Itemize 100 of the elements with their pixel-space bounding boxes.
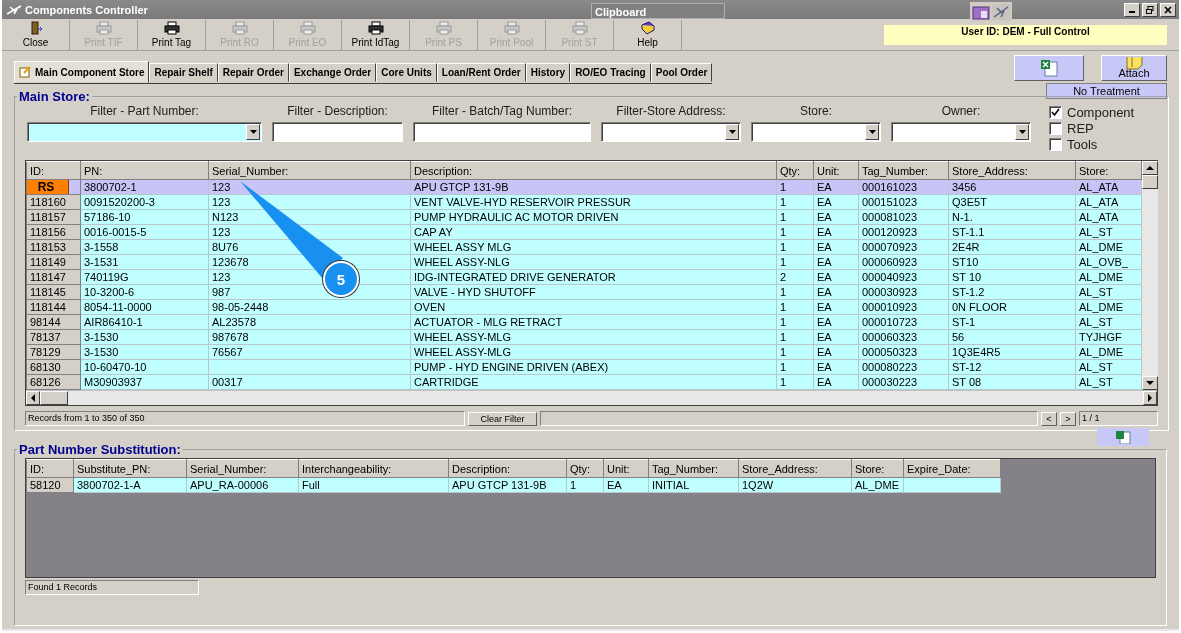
table-row[interactable]: 78137 3-1530 987678 WHEEL ASSY-MLG 1 EA 000060323 56 TYJHGF	[26, 329, 1142, 345]
folder-icon[interactable]	[972, 4, 990, 20]
table-cell: AL_ST	[1079, 376, 1113, 388]
column-header[interactable]: Description:	[410, 161, 777, 180]
column-header[interactable]: Qty:	[566, 459, 604, 478]
filter-label: Filter - Batch/Tag Number:	[431, 103, 572, 120]
table-row[interactable]: 118144 8054-11-0000 98-05-2448 OVEN 1 EA 000010923 0N FLOOR AL_DME	[26, 299, 1142, 315]
table-cell: 000010923	[862, 301, 918, 313]
column-header[interactable]: Description:	[448, 459, 567, 478]
column-header[interactable]: Store_Address:	[948, 161, 1076, 180]
table-row[interactable]: 98144 AIR86410-1 AL23578 ACTUATOR - MLG RETRACT 1 EA 000010723 ST-1 AL_ST	[26, 314, 1142, 330]
column-header[interactable]: Serial_Number:	[208, 161, 411, 180]
filter-combo[interactable]	[891, 122, 1031, 142]
toolbar-button[interactable]: Help	[614, 19, 682, 50]
close-button[interactable]	[1160, 2, 1176, 17]
table-cell: 3-1531	[84, 256, 119, 268]
filter-field[interactable]	[413, 122, 591, 142]
filter-field[interactable]	[272, 122, 403, 142]
tab[interactable]: Repair Order	[217, 63, 289, 82]
horizontal-scrollbar[interactable]	[26, 390, 1157, 405]
table-cell: EA	[817, 361, 832, 373]
column-header[interactable]: Substitute_PN:	[73, 459, 187, 478]
table-cell: 8054-11-0000	[84, 301, 152, 313]
caret-icon	[1018, 130, 1026, 134]
toolbar-button[interactable]: Print Tag	[138, 19, 206, 50]
table-cell: AIR86410-1	[84, 316, 143, 328]
tab[interactable]: Core Units	[376, 63, 437, 82]
toolbar-button[interactable]: Close	[2, 19, 70, 50]
table-cell: WHEEL ASSY-MLG	[414, 331, 511, 343]
airplane-icon[interactable]	[992, 4, 1010, 20]
column-header[interactable]: ID:	[26, 459, 74, 478]
note-icon	[1124, 57, 1144, 71]
table-cell: AL23578	[212, 316, 257, 328]
export-button[interactable]	[1014, 55, 1084, 81]
table-cell: 000050323	[862, 346, 918, 358]
table-cell: 1	[780, 361, 787, 373]
column-header[interactable]: Unit:	[603, 459, 649, 478]
table-row[interactable]: 118157 57186-10 N123 PUMP HYDRAULIC AC MOTOR DRIVEN 1 EA 000081023 N-1. AL_ATA	[26, 209, 1142, 225]
column-header[interactable]: Store:	[851, 459, 904, 478]
table-row[interactable]: 78129 3-1530 76567 WHEEL ASSY-MLG 1 EA 000050323 1Q3E4R5 AL_DME	[26, 344, 1142, 360]
table-row[interactable]: 68126 M30903937 00317 CARTRIDGE 1 EA 000030223 ST 08 AL_ST	[26, 374, 1142, 390]
section-title: Main Store:	[18, 89, 91, 104]
table-row[interactable]: 118153 3-1558 8U76 WHEEL ASSY MLG 1 EA 000070923 2E4R AL_DME	[26, 239, 1142, 255]
table-cell: 1	[570, 479, 577, 491]
tab[interactable]: Loan/Rent Order	[436, 63, 526, 82]
filter-label: Filter - Description:	[287, 103, 388, 120]
column-header[interactable]: ID:	[26, 161, 81, 180]
rs-badge[interactable]: RS	[27, 180, 69, 194]
table-cell: VALVE - HYD SHUTOFF	[414, 286, 536, 298]
column-header[interactable]: Store:	[1075, 161, 1142, 180]
prev-page-button[interactable]: <	[1041, 411, 1057, 426]
vertical-scrollbar[interactable]	[1142, 161, 1158, 390]
column-header[interactable]: Unit:	[813, 161, 859, 180]
column-header[interactable]: Serial_Number:	[186, 459, 299, 478]
table-cell: 76567	[212, 346, 243, 358]
table-row[interactable]: 58120 3800702-1-A APU_RA-00006 Full APU GTCP 131-9B 1 EA INITIAL 1Q2W AL_DME	[26, 477, 1001, 493]
tab[interactable]: RO/EO Tracing	[570, 63, 651, 82]
filter-combo[interactable]	[751, 122, 881, 142]
column-header[interactable]: PN:	[80, 161, 209, 180]
table-cell: EA	[817, 286, 832, 298]
filter-label: Owner:	[941, 103, 981, 120]
table-cell: WHEEL ASSY MLG	[414, 241, 512, 253]
checkbox[interactable]	[1049, 121, 1062, 135]
table-row[interactable]: 68130 10-60470-10 PUMP - HYD ENGINE DRIVEN (ABEX) 1 EA 000080223 ST-12 AL_ST	[26, 359, 1142, 375]
table-row[interactable]: 118145 10-3200-6 987 VALVE - HYD SHUTOFF 1 EA 000030923 ST-1.2 AL_ST	[26, 284, 1142, 300]
next-page-button[interactable]: >	[1060, 411, 1076, 426]
table-cell: EA	[817, 226, 832, 238]
table-cell: IDG-INTEGRATED DRIVE GENERATOR	[414, 271, 616, 283]
column-header[interactable]: Qty:	[776, 161, 814, 180]
notepad-icon	[19, 66, 31, 78]
attach-button[interactable]: Attach	[1101, 55, 1167, 81]
column-header[interactable]: Store_Address:	[738, 459, 852, 478]
table-row[interactable]: 118156 0016-0015-5 123 CAP AY 1 EA 000120923 ST-1.1 AL_ST	[26, 224, 1142, 240]
checkbox[interactable]	[1049, 105, 1062, 119]
tab[interactable]: Pool Order	[650, 63, 713, 82]
tab[interactable]: Exchange Order	[288, 63, 377, 82]
restore-button[interactable]	[1142, 2, 1158, 17]
column-header[interactable]: Tag_Number:	[858, 161, 949, 180]
column-header[interactable]: Interchangeability:	[298, 459, 449, 478]
checkbox[interactable]	[1049, 137, 1062, 151]
table-row[interactable]: 118160 0091520200-3 123 VENT VALVE-HYD RESERVOIR PRESSUR 1 EA 000151023 Q3E5T AL_ATA	[26, 194, 1142, 210]
tab[interactable]: Repair Shelf	[149, 63, 218, 82]
column-header[interactable]: Expire_Date:	[903, 459, 1001, 478]
filter-combo[interactable]	[27, 122, 262, 142]
toolbar-button[interactable]: Print IdTag	[342, 19, 410, 50]
column-header[interactable]: Tag_Number:	[648, 459, 739, 478]
table-cell: EA	[817, 271, 832, 283]
tab[interactable]: History	[525, 63, 571, 82]
table-cell: ST-1	[952, 316, 976, 328]
minimize-button[interactable]	[1124, 2, 1140, 17]
tab[interactable]: Main Component Store	[14, 61, 150, 83]
table-cell: 1	[780, 241, 787, 253]
table-row[interactable]: 118149 3-1531 123678 WHEEL ASSY-NLG 1 EA 000060923 ST10 AL_OVB_	[26, 254, 1142, 270]
filter-label: Store:	[800, 103, 832, 120]
table-cell: PUMP - HYD ENGINE DRIVEN (ABEX)	[414, 361, 609, 373]
clear-filter-button[interactable]: Clear Filter	[468, 411, 537, 426]
status-text: Records from 1 to 350 of 350	[25, 411, 465, 426]
filter-combo[interactable]	[601, 122, 741, 142]
export-button[interactable]	[1097, 428, 1149, 446]
table-cell: 8U76	[212, 241, 239, 253]
